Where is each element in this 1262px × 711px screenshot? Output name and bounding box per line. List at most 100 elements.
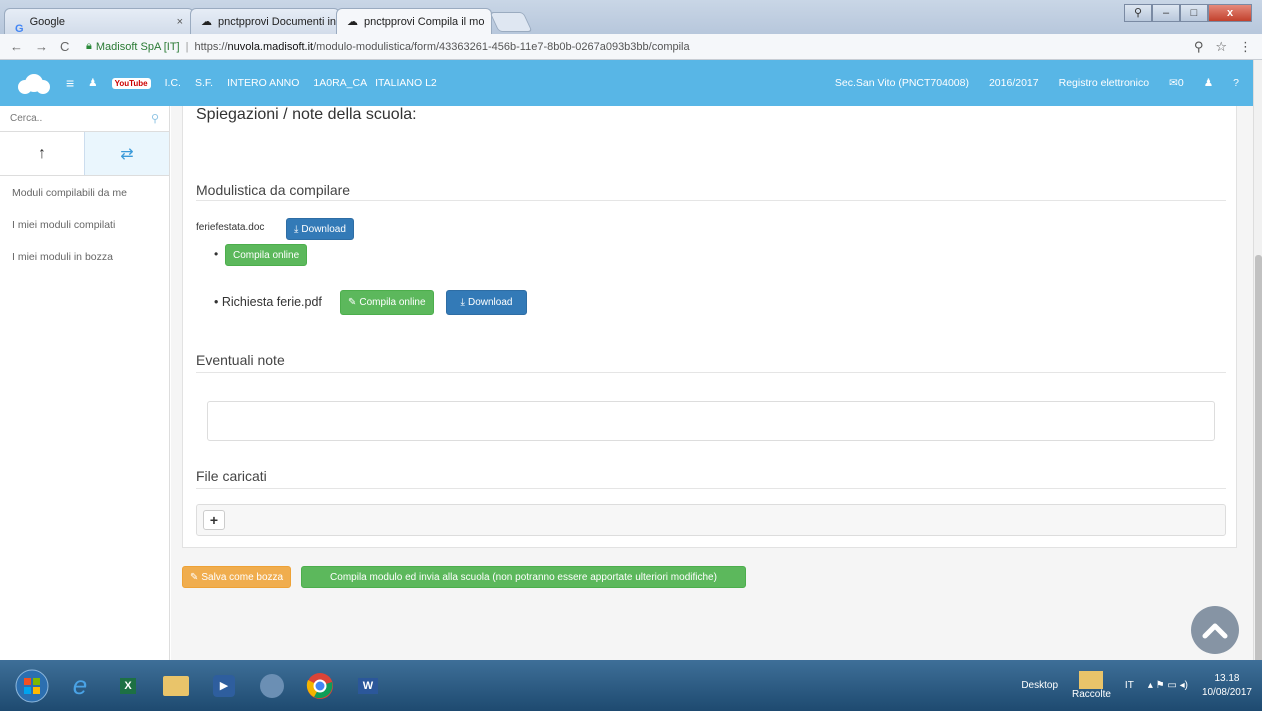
divider: | [185, 40, 189, 53]
pencil-icon: ✎ [348, 297, 357, 308]
mail-button[interactable]: ✉0 [1169, 77, 1184, 89]
clock[interactable]: 13.18 10/08/2017 [1202, 672, 1252, 700]
school-selector[interactable]: Sec.San Vito (PNCT704008) [835, 77, 969, 89]
sidebar-search[interactable]: Cerca.. ⚲ [0, 106, 169, 132]
compila-online-label: Compila online [233, 249, 300, 261]
maximize-button[interactable]: □ [1180, 4, 1208, 22]
url-host: nuvola.madisoft.it [227, 40, 314, 53]
clock-date: 10/08/2017 [1201, 686, 1252, 698]
user-icon[interactable]: ⚲ [1124, 4, 1152, 22]
download-label: Download [467, 297, 513, 308]
thunderbird-icon[interactable] [250, 666, 294, 706]
registro-link[interactable]: Registro elettronico [1059, 77, 1149, 89]
upload-bar: + [196, 504, 1226, 536]
scroll-to-top-button[interactable] [1191, 606, 1239, 654]
explorer-icon[interactable] [154, 666, 198, 706]
download-icon: ⤓ [294, 223, 299, 235]
bullet: • [214, 247, 219, 261]
compila-online-button[interactable]: Compila online [225, 244, 308, 266]
sidebar-item-moduli-compilabili[interactable]: Moduli compilabili da me [12, 186, 142, 200]
language-indicator[interactable]: IT [1125, 680, 1134, 691]
tab-label: pnctpprovi Documenti in [218, 15, 337, 28]
file-list-item: • Richiesta ferie.pdf [214, 295, 322, 309]
download-button[interactable]: ⤓ Download [446, 290, 527, 315]
mail-icon: ✉ [1169, 77, 1178, 89]
ie-icon[interactable]: e [58, 666, 102, 706]
notification-icons[interactable]: ▴ ⚑ ▭ ◂) [1148, 680, 1188, 691]
back-button[interactable]: ← [10, 39, 23, 54]
bullet: • [214, 295, 222, 309]
tab-label: Google [29, 15, 66, 28]
raccolte-button[interactable]: Raccolte [1072, 671, 1111, 700]
mail-count: 0 [1177, 77, 1184, 89]
lock-icon: 🔒︎ [86, 40, 92, 52]
secure-label: Madisoft SpA [IT] [95, 40, 180, 53]
tab-documenti[interactable]: ☁ pnctpprovi Documenti in × [190, 8, 340, 34]
search-icon[interactable]: ⚲ [151, 112, 159, 125]
nav-item-subject[interactable]: ITALIANO L2 [375, 77, 437, 89]
sidebar-item-moduli-compilati[interactable]: I miei moduli compilati [12, 218, 157, 232]
chrome-icon[interactable] [298, 666, 342, 706]
minimize-button[interactable]: – [1152, 4, 1180, 22]
new-tab-button[interactable] [489, 12, 533, 32]
cloud-icon: ☁ [347, 15, 358, 28]
excel-icon[interactable]: X [106, 666, 150, 706]
tab-google[interactable]: G Google × [4, 8, 194, 34]
star-icon[interactable]: ☆ [1215, 39, 1227, 55]
search-input[interactable]: Cerca.. [10, 113, 42, 124]
upload-tab[interactable]: ↑ [0, 132, 84, 175]
divider [196, 488, 1226, 489]
invia-button[interactable]: Compila modulo ed invia alla scuola (non… [301, 566, 746, 588]
menu-icon[interactable]: ⋮ [1239, 39, 1252, 55]
note-textarea[interactable] [207, 401, 1215, 441]
cloud-logo-icon[interactable] [16, 72, 52, 94]
user-icon[interactable]: ♟ [88, 77, 97, 89]
salva-bozza-button[interactable]: ✎ Salva come bozza [182, 566, 292, 588]
arrow-up-icon: ↑ [38, 144, 46, 162]
sidebar: Cerca.. ⚲ ↑ ⇄ Moduli compilabili da me I… [0, 106, 170, 660]
divider [196, 372, 1226, 373]
top-nav-right: Sec.San Vito (PNCT704008) 2016/2017 Regi… [835, 77, 1253, 89]
tab-compila[interactable]: ☁ pnctpprovi Compila il mo × [336, 8, 492, 34]
close-window-button[interactable]: x [1208, 4, 1252, 22]
compila-online-button[interactable]: ✎ Compila online [340, 290, 434, 315]
download-button[interactable]: ⤓ Download [286, 218, 354, 240]
spiegazioni-title: Spiegazioni / note della scuola: [196, 106, 417, 123]
modulistica-title: Modulistica da compilare [196, 182, 351, 198]
form-panel: Spiegazioni / note della scuola: Modulis… [182, 106, 1237, 548]
desktop-label[interactable]: Desktop [1021, 680, 1058, 691]
media-icon[interactable]: ▶ [202, 666, 246, 706]
clock-time: 13.18 [1214, 672, 1240, 684]
word-icon[interactable]: W [346, 666, 390, 706]
zoom-icon[interactable]: ⚲ [1194, 39, 1204, 55]
invia-label: Compila modulo ed invia alla scuola (non… [330, 571, 717, 583]
reload-button[interactable]: C [60, 39, 69, 54]
youtube-icon[interactable]: YouTube [111, 77, 151, 89]
add-file-button[interactable]: + [203, 510, 225, 530]
hamburger-icon[interactable]: ≡ [66, 75, 74, 91]
page-scrollbar[interactable] [1253, 60, 1262, 665]
url-path: /modulo-modulistica/form/43363261-456b-1… [313, 40, 690, 53]
cloud-icon: ☁ [201, 15, 212, 28]
close-icon[interactable]: × [177, 9, 183, 34]
nav-item-intero-anno[interactable]: INTERO ANNO [227, 77, 299, 89]
windows-start-icon [15, 669, 49, 702]
year-selector[interactable]: 2016/2017 [989, 77, 1039, 89]
sidebar-item-moduli-bozza[interactable]: I miei moduli in bozza [12, 250, 157, 264]
file-caricati-title: File caricati [196, 468, 267, 484]
start-button[interactable] [10, 666, 54, 706]
forward-button[interactable]: → [35, 39, 48, 54]
nav-item-class[interactable]: 1A0RA_CA [313, 77, 367, 89]
nav-item-ic[interactable]: I.C. [165, 77, 181, 89]
url-field[interactable]: https://nuvola.madisoft.it/modulo-moduli… [194, 41, 689, 53]
note-title: Eventuali note [196, 352, 285, 368]
scrollbar-thumb[interactable] [1255, 255, 1262, 665]
user-icon[interactable]: ♟ [1204, 77, 1213, 89]
help-icon[interactable]: ? [1233, 77, 1239, 89]
retweet-tab[interactable]: ⇄ [84, 132, 169, 175]
download-icon: ⤓ [460, 297, 465, 308]
system-tray: Desktop Raccolte IT ▴ ⚑ ▭ ◂) 13.18 10/08… [1021, 671, 1262, 700]
address-actions: ⚲ ☆ ⋮ [1194, 39, 1262, 55]
address-bar: ← → C 🔒︎ Madisoft SpA [IT] | https://nuv… [0, 34, 1262, 60]
nav-item-sf[interactable]: S.F. [195, 77, 213, 89]
